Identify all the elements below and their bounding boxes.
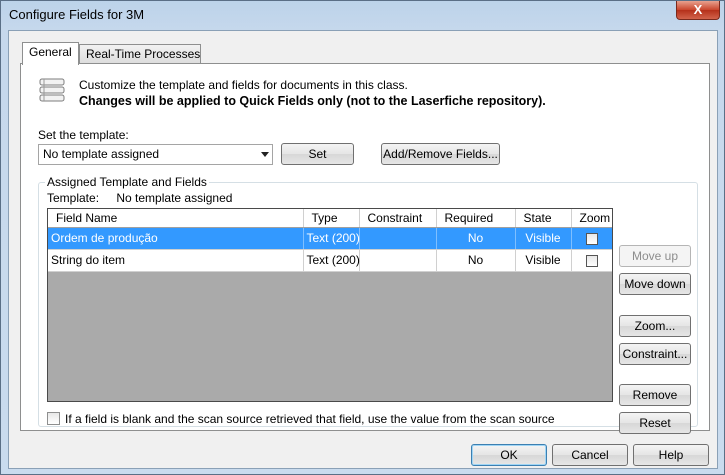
remove-button[interactable]: Remove <box>619 384 691 406</box>
field-name-cell[interactable]: String do item <box>48 249 304 272</box>
state-cell[interactable]: Visible <box>515 227 572 250</box>
grid-header-row: Field Name Type Constraint Required Stat… <box>48 209 612 228</box>
table-row[interactable]: String do item Text (200) No Visible <box>48 249 612 272</box>
move-down-button[interactable]: Move down <box>619 273 691 295</box>
cancel-button[interactable]: Cancel <box>552 444 628 466</box>
zoom-cell[interactable] <box>571 227 612 250</box>
ok-button[interactable]: OK <box>471 444 547 466</box>
tab-general[interactable]: General <box>22 42 79 65</box>
zoom-checkbox[interactable] <box>585 232 598 245</box>
help-button[interactable]: Help <box>633 444 709 466</box>
required-cell[interactable]: No <box>436 227 516 250</box>
field-name-cell[interactable]: Ordem de produção <box>48 227 304 250</box>
info-text: Customize the template and fields for do… <box>79 78 408 92</box>
set-template-label: Set the template: <box>38 128 129 142</box>
column-header-required[interactable]: Required <box>436 209 516 228</box>
move-up-button[interactable]: Move up <box>619 245 691 267</box>
template-fields-icon <box>39 78 65 102</box>
type-cell[interactable]: Text (200) <box>303 249 360 272</box>
column-header-constraint[interactable]: Constraint <box>359 209 437 228</box>
use-scan-source-option[interactable]: If a field is blank and the scan source … <box>47 411 555 426</box>
constraint-cell[interactable] <box>359 227 437 250</box>
window-title: Configure Fields for 3M <box>9 7 145 22</box>
title-bar[interactable]: Configure Fields for 3M X <box>1 1 724 30</box>
general-tab-panel: Customize the template and fields for do… <box>20 63 710 434</box>
reset-button[interactable]: Reset <box>619 412 691 434</box>
template-dropdown[interactable]: No template assigned <box>38 144 273 165</box>
template-label: Template: <box>47 191 100 205</box>
table-row[interactable]: Ordem de produção Text (200) No Visible <box>48 227 612 250</box>
column-header-field-name[interactable]: Field Name <box>48 209 304 228</box>
assigned-template-row: Template: No template assigned <box>47 191 232 205</box>
dropdown-arrow-icon[interactable] <box>261 152 269 157</box>
close-icon: X <box>693 2 703 17</box>
warning-text: Changes will be applied to Quick Fields … <box>79 94 546 108</box>
use-scan-source-label: If a field is blank and the scan source … <box>65 411 555 426</box>
dialog-client: General Real-Time Processes Customize th… <box>8 30 718 469</box>
set-button[interactable]: Set <box>281 143 354 165</box>
use-scan-source-checkbox[interactable] <box>47 412 60 426</box>
template-dropdown-value: No template assigned <box>43 147 160 161</box>
zoom-checkbox[interactable] <box>585 254 598 267</box>
column-header-state[interactable]: State <box>515 209 572 228</box>
required-cell[interactable]: No <box>436 249 516 272</box>
close-button[interactable]: X <box>676 1 720 20</box>
fields-grid[interactable]: Field Name Type Constraint Required Stat… <box>47 208 613 402</box>
tab-real-time-processes[interactable]: Real-Time Processes <box>79 44 201 64</box>
template-value: No template assigned <box>116 191 233 205</box>
assigned-template-group-title: Assigned Template and Fields <box>45 175 209 189</box>
state-cell[interactable]: Visible <box>515 249 572 272</box>
constraint-button[interactable]: Constraint... <box>619 343 691 365</box>
column-header-zoom[interactable]: Zoom <box>571 209 612 228</box>
add-remove-fields-button[interactable]: Add/Remove Fields... <box>381 143 500 165</box>
type-cell[interactable]: Text (200) <box>303 227 360 250</box>
zoom-cell[interactable] <box>571 249 612 272</box>
constraint-cell[interactable] <box>359 249 437 272</box>
dialog-window: Configure Fields for 3M X General Real-T… <box>0 0 725 475</box>
zoom-button[interactable]: Zoom... <box>619 315 691 337</box>
column-header-type[interactable]: Type <box>303 209 360 228</box>
